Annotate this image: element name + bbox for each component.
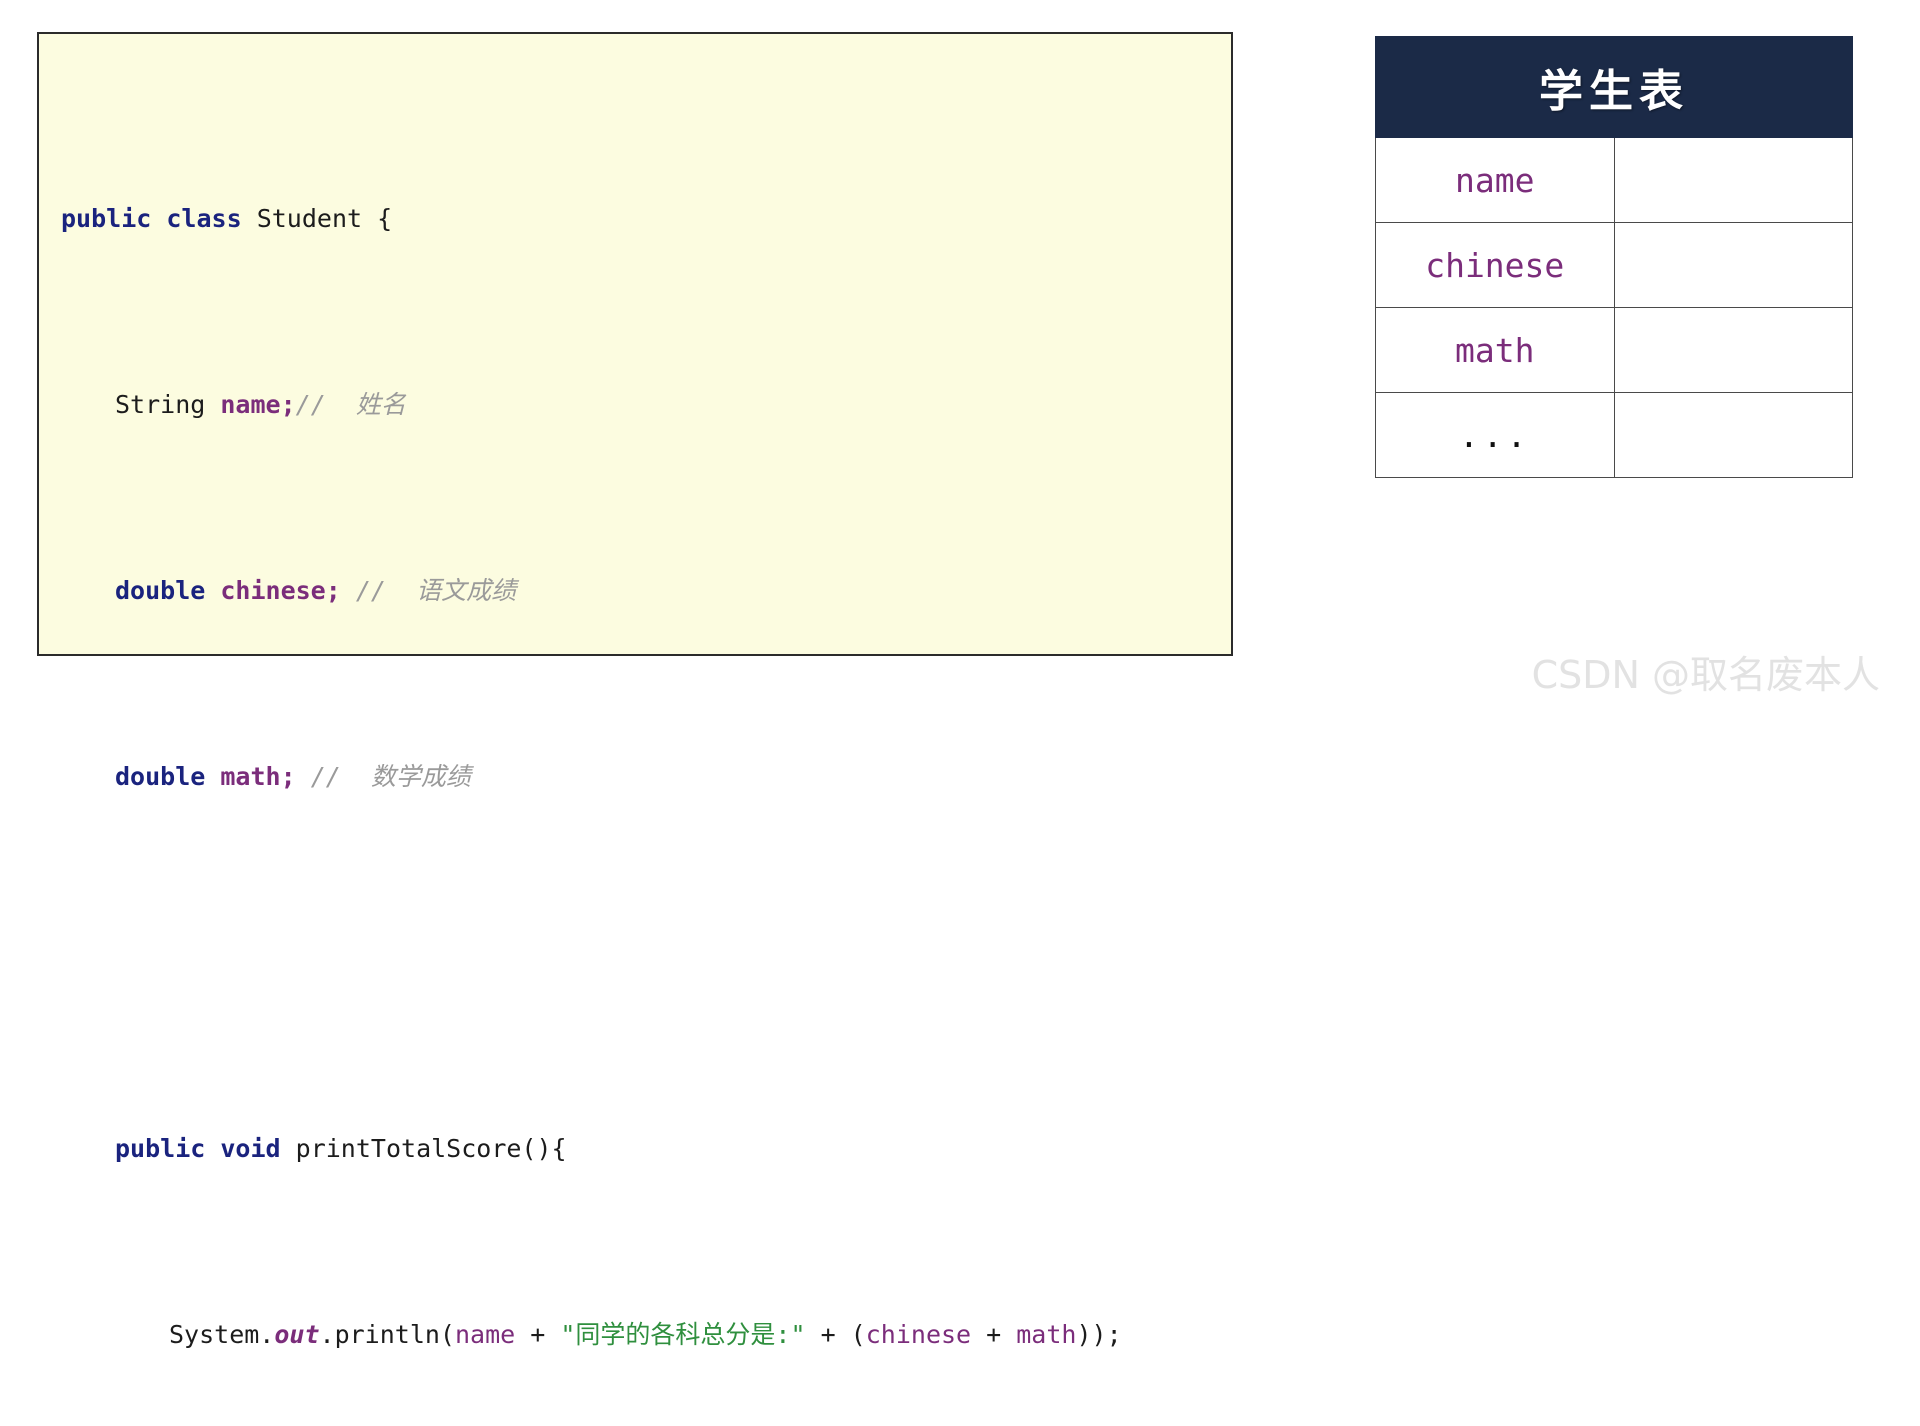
keyword-public: public [115,1133,206,1163]
field-math: math; [220,761,296,791]
method-print-total-score: printTotalScore(){ [295,1133,567,1163]
arg-name: name [454,1319,516,1349]
table-title: 学生表 [1375,36,1853,138]
arg-math: math [1016,1319,1077,1349]
type-double: double [115,575,206,605]
keyword-void: void [220,1133,281,1163]
table-cell-value-chinese [1613,222,1853,308]
table-row: name [1375,137,1853,223]
table-cell-value-ellipsis [1613,392,1853,478]
comment-chinese: // 语文成绩 [355,575,517,605]
println-token: .println( [319,1319,455,1349]
student-table: 学生表 name chinese math ... [1375,36,1853,478]
field-name: name; [220,389,296,419]
table-cell-value-math [1613,307,1853,393]
code-content: public class Student { String name;// 姓名… [39,34,1231,1426]
table-row: math [1375,307,1853,393]
table-row: chinese [1375,222,1853,308]
string-literal-total: "同学的各科总分是:" [560,1319,806,1349]
code-line-2: String name;// 姓名 [61,382,1231,429]
operator-plus: + [971,1319,1017,1349]
code-line-6: public void printTotalScore(){ [61,1126,1231,1173]
csdn-watermark: CSDN @取名废本人 [1531,653,1880,697]
table-cell-value-name [1613,137,1853,223]
class-name: Student { [256,203,393,233]
comment-name: // 姓名 [295,389,406,419]
table-title-row: 学生表 [1375,36,1853,138]
table-cell-field-chinese: chinese [1375,222,1615,308]
table-cell-field-name: name [1375,137,1615,223]
table-cell-field-math: math [1375,307,1615,393]
system-token: System. [169,1319,275,1349]
code-line-5-blank [61,940,1231,987]
out-token: out [274,1319,320,1349]
table-row: ... [1375,392,1853,478]
keyword-public: public [61,203,152,233]
code-line-7: System.out.println(name + "同学的各科总分是:" + … [61,1312,1231,1359]
type-double: double [115,761,206,791]
operator-plus: + [515,1319,561,1349]
type-string: String [115,389,206,419]
line-tail: )); [1076,1319,1122,1349]
table-cell-field-ellipsis: ... [1375,392,1615,478]
code-line-3: double chinese; // 语文成绩 [61,568,1231,615]
operator-plus-paren: + ( [805,1319,866,1349]
field-chinese: chinese; [220,575,341,605]
comment-math: // 数学成绩 [310,761,471,791]
java-code-block: public class Student { String name;// 姓名… [37,32,1233,1349]
code-line-1: public class Student { [61,196,1231,243]
arg-chinese: chinese [865,1319,972,1349]
keyword-class: class [166,203,242,233]
code-line-4: double math; // 数学成绩 [61,754,1231,801]
